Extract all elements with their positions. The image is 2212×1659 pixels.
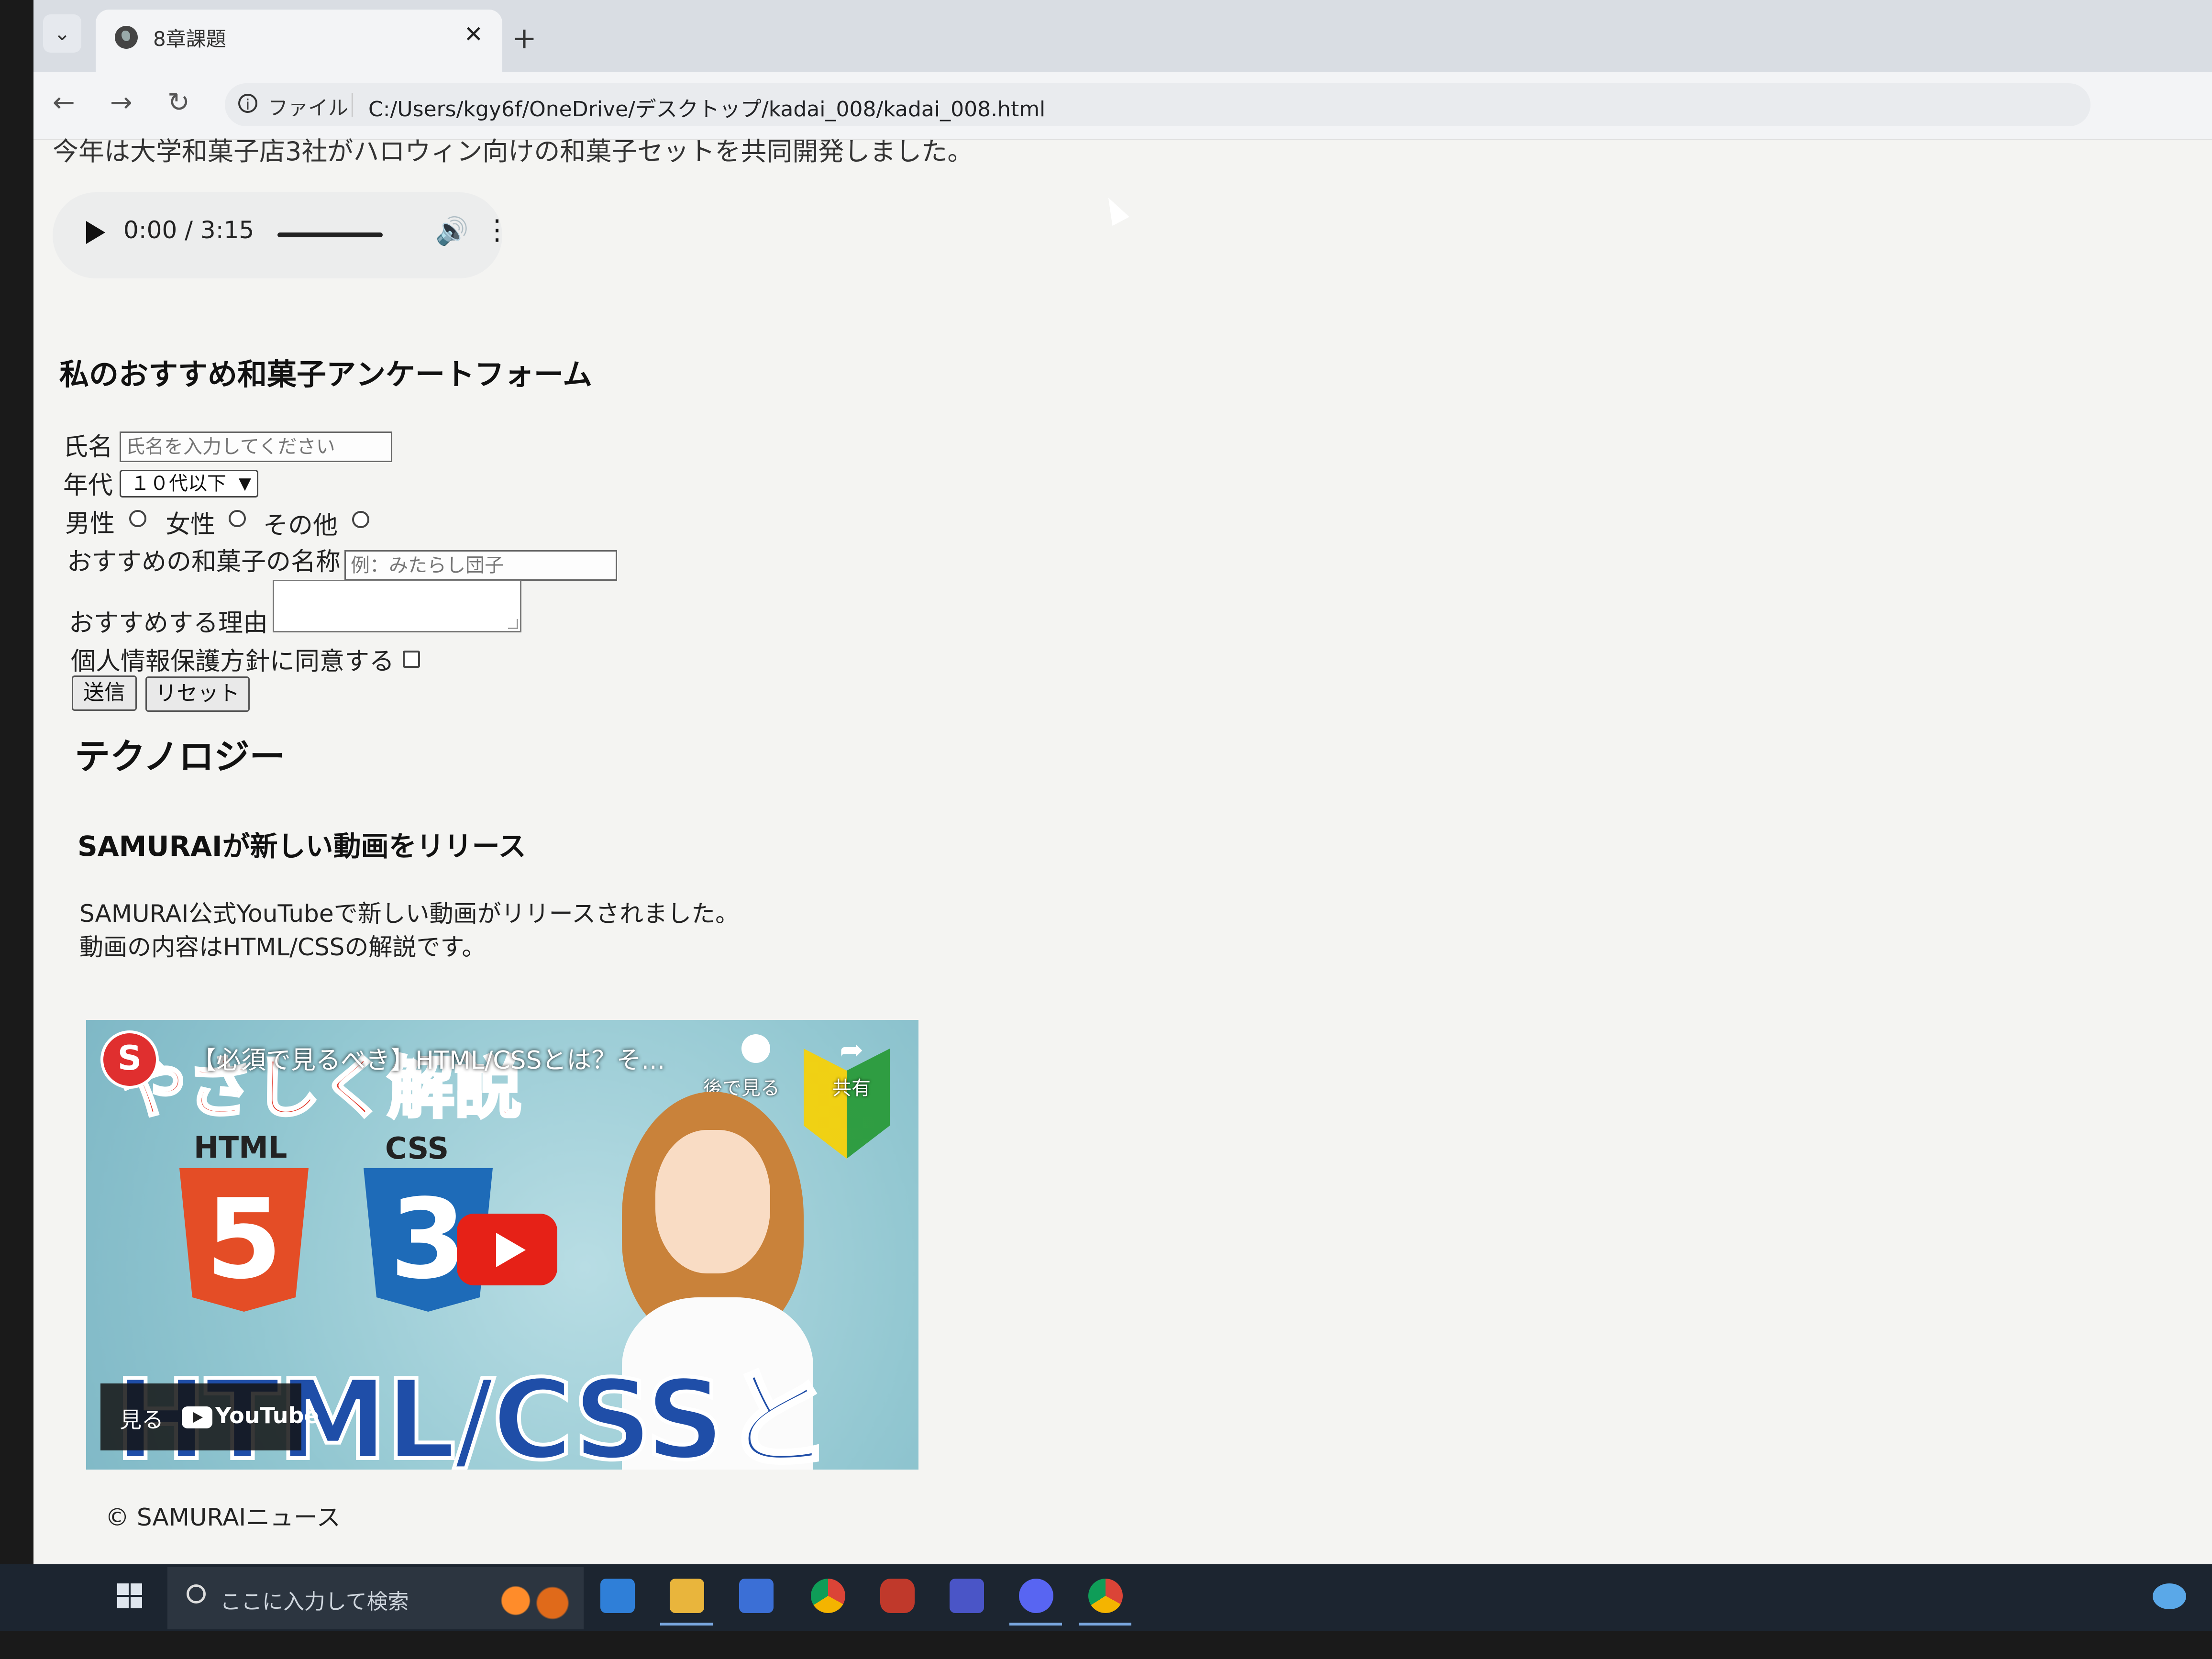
youtube-logo-icon <box>182 1406 212 1428</box>
chevron-down-icon: ▼ <box>238 474 251 493</box>
clock-icon[interactable] <box>741 1034 770 1063</box>
omnibox-divider <box>352 93 353 117</box>
tab-strip: ⌄ 8章課題 ✕ + <box>33 0 2212 73</box>
info-icon[interactable]: i <box>238 94 257 113</box>
file-explorer-active-indicator <box>660 1623 713 1626</box>
taskbar-search-placeholder: ここに入力して検索 <box>220 1590 409 1614</box>
name-label: 氏名 <box>63 433 113 462</box>
microsoft-store-icon[interactable] <box>739 1579 774 1613</box>
cut-off-paragraph: 今年は大学和菓子店3社がハロウィン向けの和菓子セットを共同開発しました。 <box>53 136 973 166</box>
chrome-profile-icon[interactable] <box>1088 1579 1123 1613</box>
gender-other-label: その他 <box>263 511 338 540</box>
file-scheme-label[interactable]: ファイル <box>268 92 348 121</box>
tab-title: 8章課題 <box>153 27 226 51</box>
reload-icon[interactable]: ↻ <box>167 87 190 118</box>
browser-window: ⌄ 8章課題 ✕ + ← → ↻ i ファイル C:/Users/kgy6f/O… <box>33 0 2212 1574</box>
reason-textarea[interactable] <box>273 580 521 632</box>
article-line: 動画の内容はHTML/CSSの解説です。 <box>79 933 486 961</box>
copyright-footer: © SAMURAIニュース <box>105 1504 341 1531</box>
reset-button[interactable]: リセット <box>145 676 250 712</box>
presenter-face <box>655 1130 770 1273</box>
photo-screen: ⌄ 8章課題 ✕ + ← → ↻ i ファイル C:/Users/kgy6f/O… <box>0 0 2212 1659</box>
submit-button[interactable]: 送信 <box>72 675 137 711</box>
browser-toolbar: ← → ↻ i ファイル C:/Users/kgy6f/OneDrive/デスク… <box>33 72 2212 140</box>
windows-start-icon[interactable] <box>117 1583 142 1608</box>
page-content: 今年は大学和菓子店3社がハロウィン向けの和菓子セットを共同開発しました。 0:0… <box>33 136 2212 1574</box>
volume-icon[interactable]: 🔊 <box>435 215 469 247</box>
audio-time: 0:00 / 3:15 <box>123 216 254 244</box>
youtube-wordmark: YouTube <box>215 1403 319 1428</box>
new-tab-button[interactable]: + <box>512 23 537 53</box>
age-label: 年代 <box>63 471 113 500</box>
file-explorer-icon[interactable] <box>670 1579 704 1613</box>
watch-on-youtube-button[interactable]: 見る YouTube <box>100 1383 319 1450</box>
address-bar[interactable]: i ファイル C:/Users/kgy6f/OneDrive/デスクトップ/ka… <box>225 83 2090 126</box>
back-arrow-icon[interactable]: ← <box>53 87 75 118</box>
globe-favicon-icon <box>115 26 138 49</box>
gender-male-radio[interactable] <box>129 510 146 527</box>
share-arrow-icon[interactable]: ➦ <box>840 1033 863 1067</box>
share-label[interactable]: 共有 <box>832 1073 871 1100</box>
age-select-value: １０代以下 <box>131 473 226 495</box>
more-options-icon[interactable]: ⋮ <box>483 213 511 246</box>
search-highlight-illustration <box>474 1577 579 1625</box>
technology-heading: テクノロジー <box>75 736 285 777</box>
gender-female-radio[interactable] <box>229 510 246 527</box>
video-title[interactable]: 【必須で見るべき】HTML/CSSとは？そ... <box>191 1040 665 1076</box>
html5-logo-icon: 5 <box>179 1168 309 1312</box>
discord-active-indicator <box>1009 1623 1062 1626</box>
discord-icon[interactable] <box>1019 1579 1053 1613</box>
name-input[interactable] <box>120 431 392 462</box>
html-label: HTML <box>194 1130 288 1165</box>
gender-female-label: 女性 <box>166 510 216 539</box>
forward-arrow-icon[interactable]: → <box>110 87 133 118</box>
red-app-icon[interactable] <box>880 1579 915 1613</box>
wagashi-name-label: おすすめの和菓子の名称 <box>67 548 341 576</box>
audio-player[interactable]: 0:00 / 3:15 🔊 ⋮ <box>53 192 511 278</box>
app-icon[interactable] <box>950 1579 984 1613</box>
chrome-icon[interactable] <box>811 1579 845 1613</box>
audio-progress-slider[interactable] <box>277 232 383 237</box>
browser-tab[interactable]: 8章課題 ✕ <box>96 10 502 73</box>
taskbar-search-box[interactable]: ここに入力して検索 <box>167 1567 584 1629</box>
form-title: 私のおすすめ和菓子アンケートフォーム <box>59 357 593 392</box>
search-icon <box>187 1584 206 1604</box>
weather-tray-icon[interactable] <box>2153 1583 2186 1609</box>
tab-search-dropdown-icon[interactable]: ⌄ <box>43 14 81 53</box>
url-text[interactable]: C:/Users/kgy6f/OneDrive/デスクトップ/kadai_008… <box>368 92 1045 122</box>
consent-checkbox[interactable] <box>403 651 420 668</box>
gender-other-radio[interactable] <box>352 511 369 528</box>
reason-label: おすすめする理由 <box>69 609 268 638</box>
css-label: CSS <box>385 1131 449 1166</box>
samurai-channel-logo-icon[interactable]: S <box>100 1030 159 1089</box>
windows-taskbar: ここに入力して検索 <box>0 1564 2212 1631</box>
watch-label: 見る <box>120 1407 164 1433</box>
mail-app-icon[interactable] <box>600 1579 635 1613</box>
gender-male-label: 男性 <box>65 509 115 538</box>
youtube-play-button-icon[interactable] <box>457 1214 557 1285</box>
article-title: SAMURAIが新しい動画をリリース <box>77 830 526 863</box>
tab-close-icon[interactable]: ✕ <box>464 21 483 48</box>
age-select[interactable]: １０代以下 ▼ <box>120 470 258 498</box>
play-icon[interactable] <box>86 221 105 244</box>
youtube-embed[interactable]: やさしく解説 S 【必須で見るべき】HTML/CSSとは？そ... 後で見る ➦… <box>86 1020 918 1470</box>
wagashi-name-input[interactable] <box>344 550 617 581</box>
chrome-active-indicator <box>1079 1623 1131 1626</box>
consent-label: 個人情報保護方針に同意する <box>71 647 395 676</box>
article-line: SAMURAI公式YouTubeで新しい動画がリリースされました。 <box>79 900 740 928</box>
